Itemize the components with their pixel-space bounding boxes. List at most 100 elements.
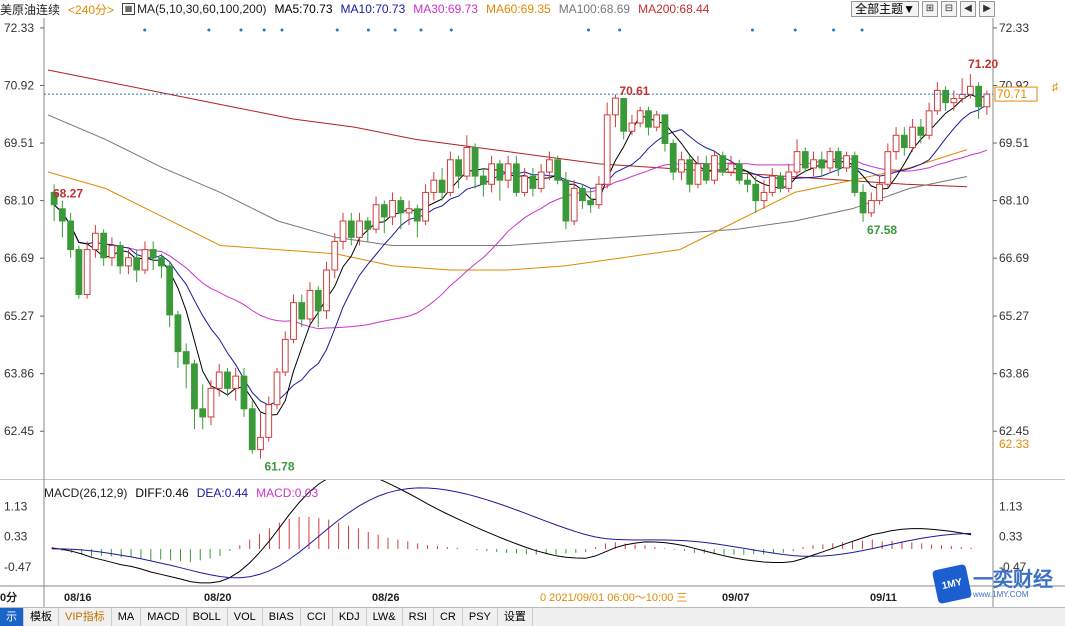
- candle-body-112: [975, 85, 983, 108]
- candle-body-40: [380, 204, 388, 218]
- candle-body-4: [83, 249, 91, 295]
- tab-cci[interactable]: CCI: [301, 608, 333, 626]
- candle-body-44: [413, 208, 421, 222]
- candle-body-55: [504, 163, 512, 181]
- candle-body-80: [711, 155, 718, 181]
- tab-boll[interactable]: BOLL: [187, 608, 228, 626]
- event-dot-4: [280, 28, 284, 32]
- macd-name[interactable]: MACD(26,12,9): [44, 486, 127, 500]
- candle-body-30: [298, 302, 306, 320]
- alert-bell-icon: ♯: [1052, 80, 1058, 94]
- candle-body-75: [669, 142, 677, 173]
- candle-body-64: [579, 187, 586, 202]
- tab-bias[interactable]: BIAS: [263, 608, 301, 626]
- candle-body-54: [496, 163, 504, 181]
- tab-kdj[interactable]: KDJ: [333, 608, 367, 626]
- y-tick-label-left-6: 63.86: [4, 367, 34, 381]
- price-chart[interactable]: 72.33 72.3370.92 70.9269.51 69.5168.10 68.10…: [0, 0, 1065, 480]
- event-dot-9: [449, 28, 453, 32]
- tab-template[interactable]: 模板: [24, 608, 59, 626]
- macd-tick-left-2: -0.47: [4, 560, 32, 574]
- candle-body-34: [331, 240, 339, 271]
- candle-body-106: [925, 110, 933, 136]
- macd-value: MACD:0.03: [256, 486, 319, 500]
- tab-vip-indicator[interactable]: VIP指标: [59, 608, 112, 626]
- candle-body-105: [917, 126, 925, 136]
- y-tick-label-left-3: 68.10: [4, 194, 34, 208]
- annotation-low2: 67.58: [867, 223, 897, 237]
- candle-body-66: [595, 183, 603, 206]
- y-tick-label-left-7: 62.45: [4, 424, 34, 438]
- candle-body-50: [463, 147, 471, 177]
- candle-body-23: [240, 375, 248, 410]
- candle-body-83: [735, 163, 743, 181]
- candle-body-45: [422, 191, 429, 222]
- candle-body-26: [265, 404, 273, 438]
- candle-body-69: [620, 98, 628, 132]
- annotation-low1: 61.78: [264, 460, 294, 474]
- event-dot-13: [793, 28, 797, 32]
- candle-body-78: [694, 163, 702, 185]
- candle-body-11: [141, 249, 149, 271]
- candle-body-53: [488, 163, 495, 185]
- candle-body-107: [933, 89, 941, 112]
- tab-macd[interactable]: MACD: [141, 608, 187, 626]
- y-tick-label-left-4: 66.69: [4, 251, 34, 265]
- y-tick-label-right-3: 68.10: [999, 194, 1029, 208]
- candle-body-3: [75, 249, 83, 295]
- candle-body-22: [232, 375, 240, 389]
- candle-body-1: [58, 208, 66, 222]
- candle-body-57: [521, 175, 529, 193]
- tab-rsi[interactable]: RSI: [403, 608, 434, 626]
- event-dot-10: [587, 28, 591, 32]
- logo-badge-icon: 1MY: [931, 563, 973, 605]
- candle-body-47: [438, 179, 446, 193]
- tab-0[interactable]: 示: [0, 608, 24, 626]
- event-dot-12: [750, 28, 754, 32]
- event-dot-1: [207, 28, 211, 32]
- event-dot-7: [393, 28, 397, 32]
- event-dot-15: [860, 28, 864, 32]
- tab-psy[interactable]: PSY: [463, 608, 498, 626]
- annotation-high1: 70.61: [619, 84, 649, 98]
- candle-body-8: [116, 245, 124, 267]
- tab-ma[interactable]: MA: [112, 608, 142, 626]
- macd-tick-left-0: 1.13: [4, 499, 28, 513]
- candle-body-72: [645, 110, 652, 128]
- candle-body-73: [653, 114, 661, 128]
- candle-body-58: [529, 175, 537, 189]
- tab-cr[interactable]: CR: [434, 608, 463, 626]
- candle-body-109: [950, 98, 958, 104]
- candle-body-16: [182, 351, 190, 365]
- candle-body-104: [909, 126, 916, 149]
- candle-body-76: [678, 159, 685, 173]
- candle-body-52: [479, 175, 487, 185]
- candle-body-28: [281, 338, 289, 373]
- y-tick-label-right-4: 66.69: [999, 251, 1029, 265]
- tab-settings[interactable]: 设置: [498, 608, 533, 626]
- date-0907: 09/07: [722, 592, 750, 604]
- tab-vol[interactable]: VOL: [228, 608, 263, 626]
- candle-body-29: [290, 302, 297, 340]
- candle-body-20: [215, 371, 223, 389]
- date-0820: 08/20: [204, 592, 232, 604]
- candle-body-68: [612, 97, 619, 116]
- date-0816: 08/16: [64, 592, 92, 604]
- candle-body-17: [191, 363, 198, 410]
- candle-body-6: [100, 232, 108, 259]
- annotation-high2: 71.20: [968, 57, 998, 71]
- date-left-cut: 0分: [0, 590, 17, 604]
- candle-body-36: [347, 220, 355, 238]
- macd-diff: DIFF:0.46: [135, 486, 189, 500]
- candle-body-51: [471, 147, 479, 177]
- date-0826: 08/26: [372, 592, 400, 604]
- tab-lw[interactable]: LW&: [367, 608, 403, 626]
- y-tick-label-left-2: 69.51: [4, 136, 34, 150]
- date-0911: 09/11: [870, 592, 897, 604]
- y-tick-label-right-6: 63.86: [999, 367, 1029, 381]
- candle-body-13: [158, 257, 165, 267]
- y-tick-label-left-0: 72.33: [4, 21, 34, 35]
- candle-body-31: [306, 289, 314, 320]
- candle-body-12: [149, 249, 157, 259]
- candle-body-85: [752, 183, 760, 202]
